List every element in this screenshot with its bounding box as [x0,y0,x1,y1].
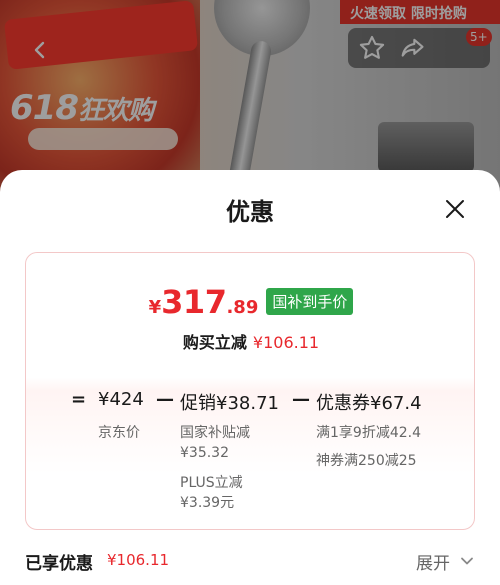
minus-sign-1: — [156,389,174,410]
plus-discount-label: PLUS立减 [180,475,243,491]
final-price-row: ¥317.89 国补到手价 [26,283,474,321]
jd-price-value: ¥424 [98,389,144,410]
purchase-discount-amount: ¥106.11 [252,333,320,352]
jd-price-label: 京东价 [98,425,140,441]
national-subsidy-amount: ¥35.32 [180,445,229,461]
coupon-detail-2: 神券满250减25 [316,453,417,469]
national-subsidy-label: 国家补贴减 [180,425,250,441]
sheet-title: 优惠 [226,198,274,226]
final-price-currency: ¥ [148,297,162,318]
close-icon[interactable] [443,197,467,221]
promotion-value: 促销¥38.71 [180,393,279,414]
equals-sign: = [71,389,87,410]
purchase-discount-label: 购买立减 [182,333,247,352]
discount-bottom-sheet: 优惠 ¥317.89 国补到手价 购买立减 ¥106.11 = ¥424 — 促销¥… [0,170,500,585]
final-price-integer: 317 [161,283,227,321]
coupon-detail-1: 满1享9折减42.4 [316,425,421,441]
minus-sign-2: — [292,389,310,410]
expand-button[interactable]: 展开 [416,549,450,574]
final-price-decimal: .89 [226,297,259,318]
enjoyed-discount-amount: ¥106.11 [107,551,170,569]
enjoyed-discount-label: 已享优惠 [25,554,93,574]
plus-discount-amount: ¥3.39元 [180,495,235,511]
discount-breakdown-card: ¥317.89 国补到手价 购买立减 ¥106.11 = ¥424 — 促销¥38.… [25,252,475,530]
chevron-down-icon[interactable] [459,553,475,569]
price-formula: = ¥424 — 促销¥38.71 — 优惠券¥67.4 京东价 国家补贴减 ¥… [26,389,474,511]
national-subsidy-tag: 国补到手价 [266,288,354,315]
coupon-value: 优惠券¥67.4 [316,393,422,414]
purchase-discount-row: 购买立减 ¥106.11 [26,329,474,353]
enjoyed-discount-footer: 已享优惠 ¥106.11 展开 [0,545,500,575]
